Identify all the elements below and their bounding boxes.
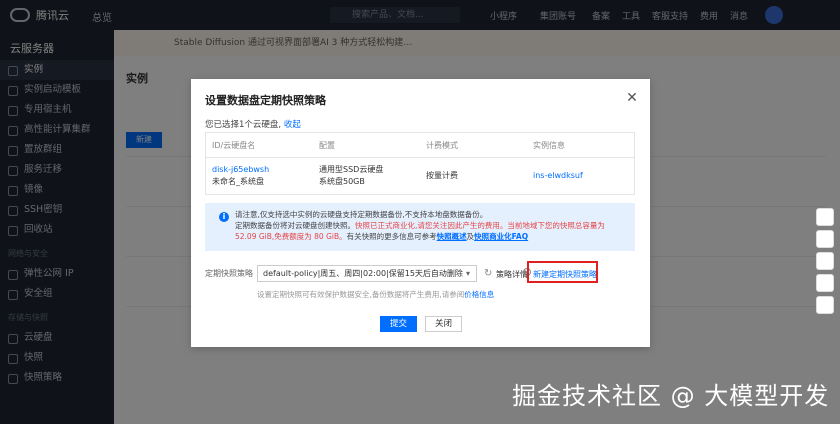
selected-summary: 您已选择1个云硬盘, 收起 — [205, 118, 301, 130]
info-line-3: 52.09 GiB,免费额度为 80 GiB。有关快照的更多信息可参考快照概述及… — [235, 231, 528, 242]
refresh-icon[interactable]: ↻ — [484, 268, 492, 279]
disk-table: ID/云硬盘名 配置 计费模式 实例信息 disk-j65ebwsh 未命名_系… — [205, 132, 635, 195]
policy-label: 定期快照策略 — [205, 269, 253, 278]
info-notice: i 请注意,仅支持选中实例的云硬盘支持定期数据备份,不支持本地盘数据备份。 定期… — [205, 203, 635, 251]
disk-id-cell: disk-j65ebwsh 未命名_系统盘 — [206, 158, 314, 195]
submit-button[interactable]: 提交 — [380, 316, 417, 332]
disk-size: 系统盘50GB — [319, 177, 365, 186]
close-button[interactable]: 关闭 — [425, 316, 462, 332]
column-header: 实例信息 — [527, 132, 635, 158]
snapshot-policy-dialog: 设置数据盘定期快照策略 ✕ 您已选择1个云硬盘, 收起 ID/云硬盘名 配置 计… — [191, 79, 650, 347]
grid-icon[interactable] — [816, 274, 834, 292]
snapshot-faq-link[interactable]: 快照商业化FAQ — [474, 232, 528, 241]
policy-select[interactable]: default-policy|周五、周四|02:00|保留15天后自动删除 ▾ — [257, 265, 477, 282]
info-warning-text: 52.09 GiB,免费额度为 80 GiB。 — [235, 232, 347, 241]
hint-text: 设置定期快照可有效保护数据安全,备份数据将产生费用,请参阅 — [257, 290, 465, 299]
watermark-text: 掘金技术社区 @ 大模型开发 — [512, 382, 830, 410]
disk-type: 通用型SSD云硬盘 — [319, 165, 384, 174]
snapshot-overview-link[interactable]: 快照概述 — [437, 232, 467, 241]
disk-name: 未命名_系统盘 — [212, 177, 264, 186]
support-icon[interactable] — [816, 208, 834, 226]
document-icon[interactable] — [816, 230, 834, 248]
info-text: 有关快照的更多信息可参考 — [346, 232, 437, 241]
table-row: disk-j65ebwsh 未命名_系统盘 通用型SSD云硬盘 系统盘50GB … — [206, 158, 635, 195]
edit-icon[interactable] — [816, 252, 834, 270]
highlight-box — [527, 261, 598, 283]
info-text: 定期数据备份将对云硬盘创建快照。 — [235, 221, 355, 230]
close-icon[interactable]: ✕ — [625, 91, 639, 105]
dialog-title: 设置数据盘定期快照策略 — [205, 94, 326, 107]
column-header: 配置 — [313, 132, 420, 158]
disk-id-link[interactable]: disk-j65ebwsh — [212, 165, 269, 174]
billing-cell: 按量计费 — [426, 171, 458, 180]
info-icon: i — [219, 212, 229, 222]
price-info-link[interactable]: 价格信息 — [464, 290, 494, 299]
collapse-link[interactable]: 收起 — [284, 120, 301, 130]
info-warning-text: 快照已正式商业化,请您关注因此产生的费用。当前地域下您的快照总容量为 — [355, 221, 605, 230]
config-cell: 通用型SSD云硬盘 系统盘50GB — [313, 158, 420, 195]
instance-cell: ins-elwdksuf — [527, 158, 635, 195]
instance-link[interactable]: ins-elwdksuf — [533, 171, 583, 180]
info-line-1: 请注意,仅支持选中实例的云硬盘支持定期数据备份,不支持本地盘数据备份。 — [235, 210, 488, 219]
selected-text: 您已选择1个云硬盘, — [205, 120, 282, 130]
scroll-top-icon[interactable] — [816, 296, 834, 314]
policy-select-value: default-policy|周五、周四|02:00|保留15天后自动删除 — [263, 269, 463, 278]
chevron-down-icon: ▾ — [465, 269, 470, 278]
column-header: ID/云硬盘名 — [205, 132, 313, 158]
info-line-2: 定期数据备份将对云硬盘创建快照。快照已正式商业化,请您关注因此产生的费用。当前地… — [235, 220, 605, 231]
table-header-row: ID/云硬盘名 配置 计费模式 实例信息 — [205, 132, 635, 158]
policy-hint: 设置定期快照可有效保护数据安全,备份数据将产生费用,请参阅价格信息 — [257, 289, 494, 300]
column-header: 计费模式 — [420, 132, 527, 158]
